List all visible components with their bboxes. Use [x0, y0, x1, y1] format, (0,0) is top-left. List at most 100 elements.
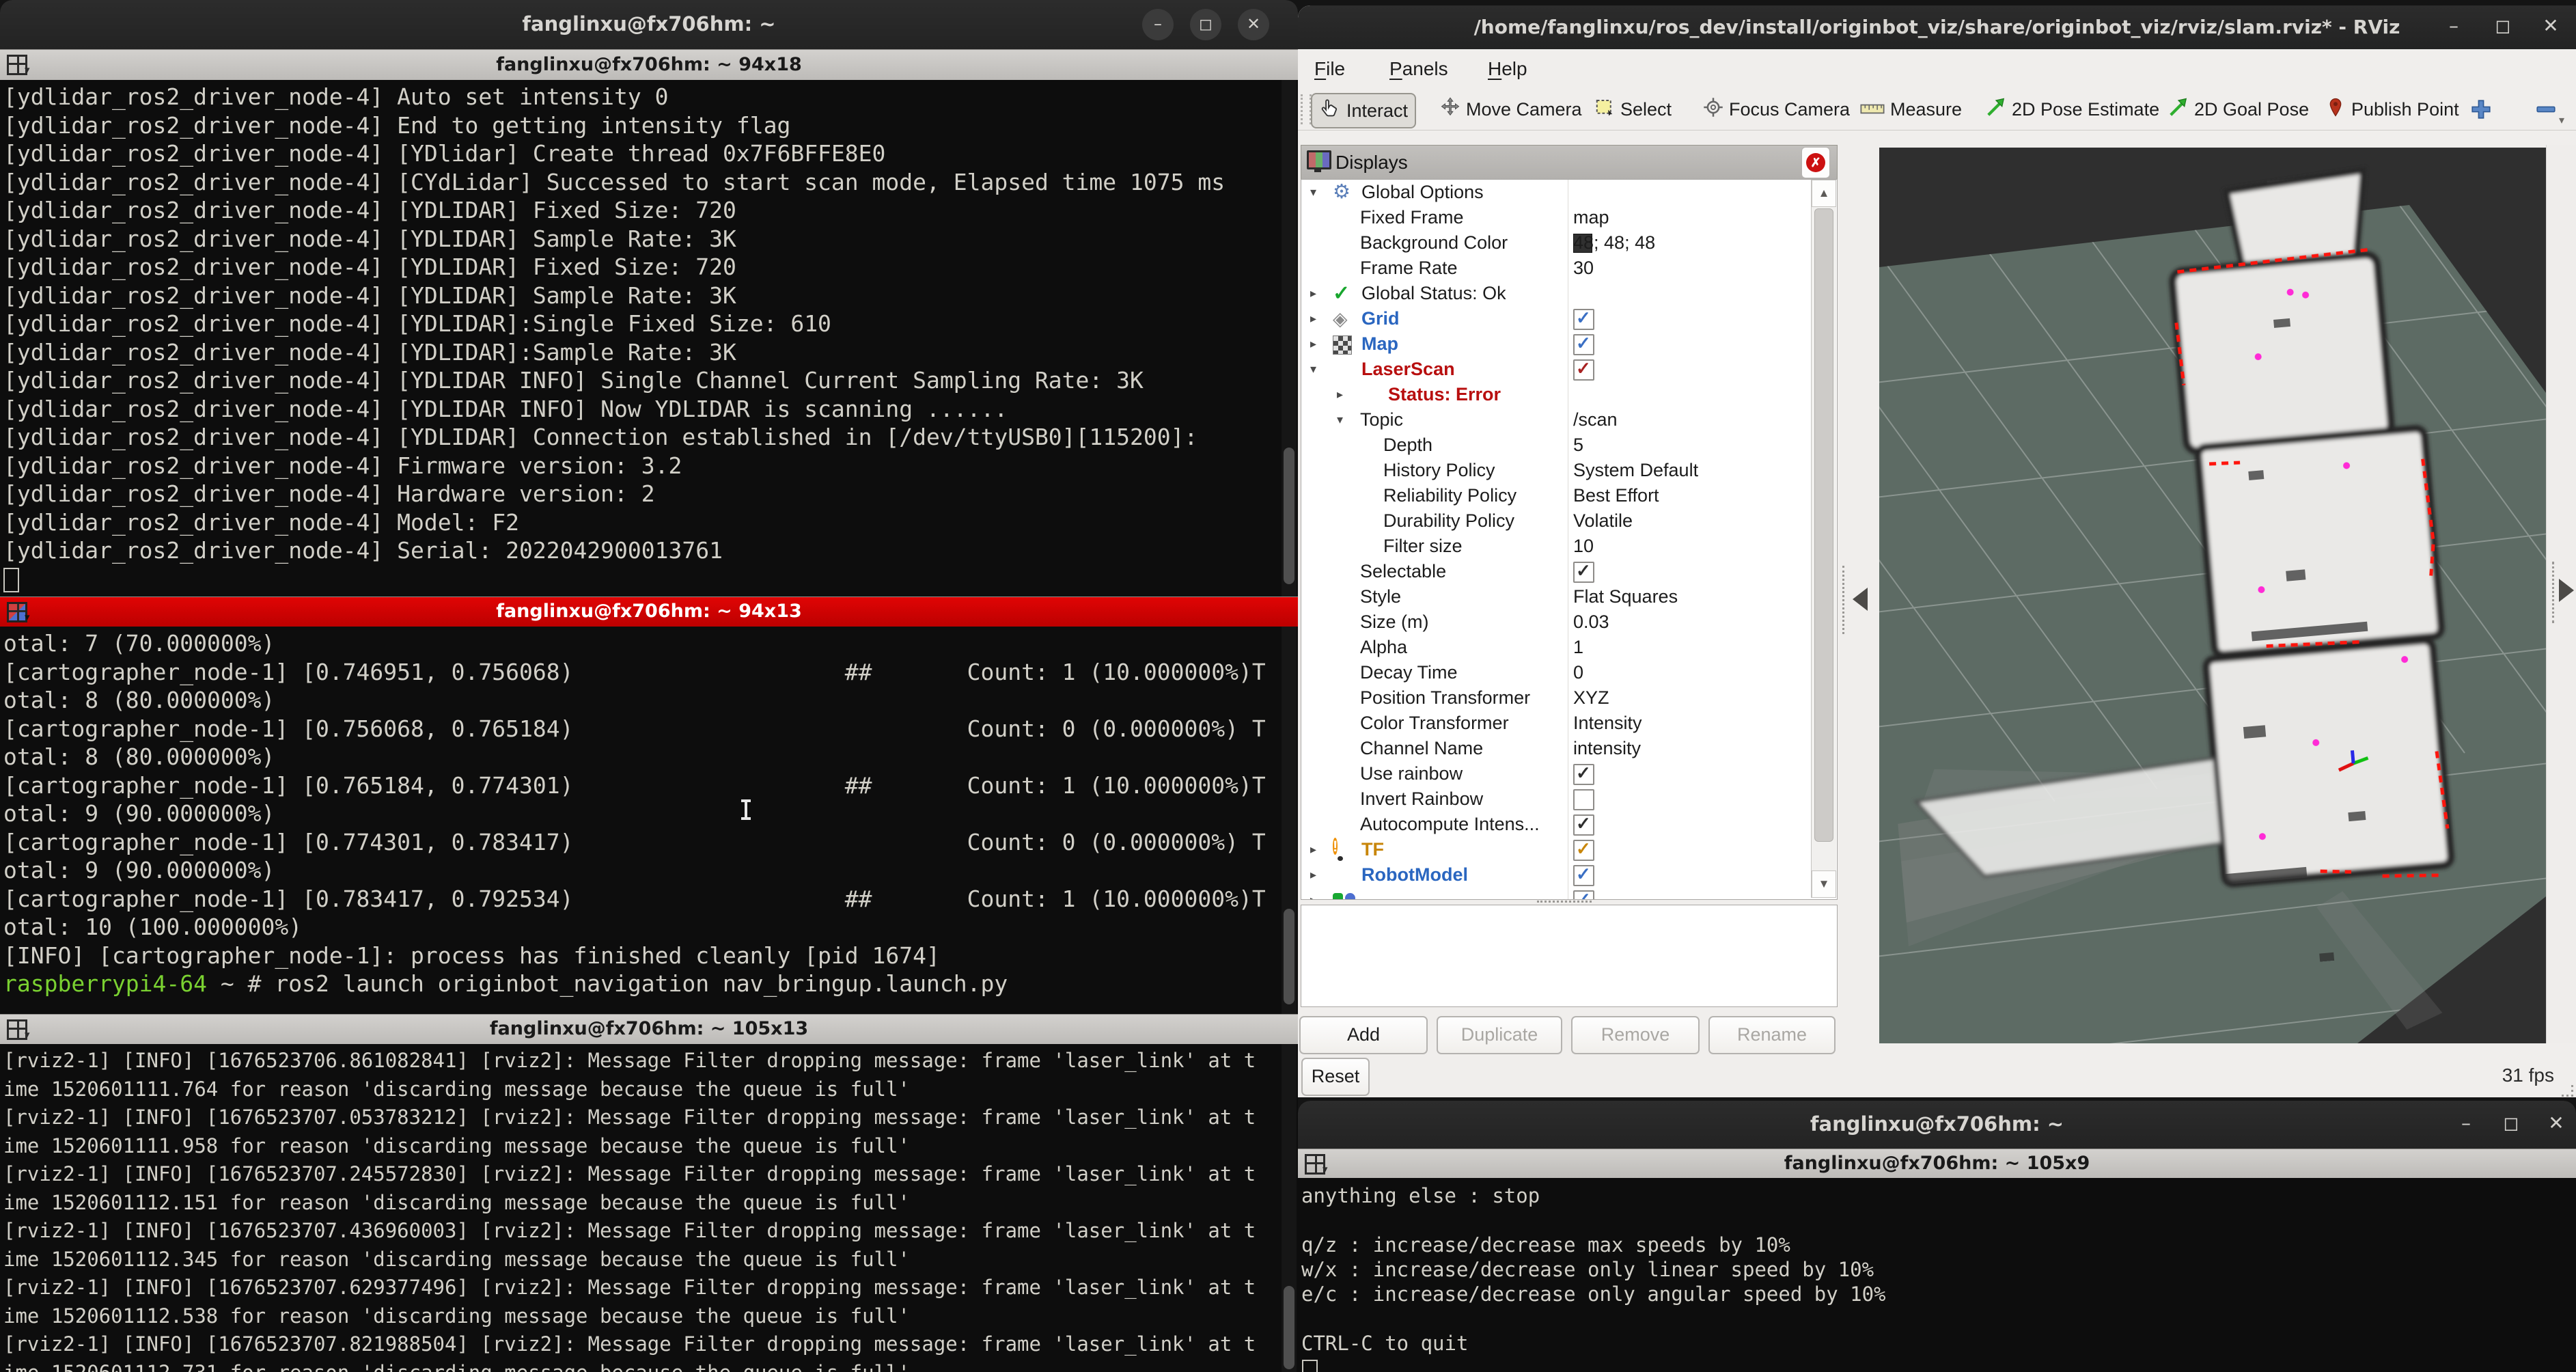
- reset-button[interactable]: Reset: [1301, 1058, 1370, 1096]
- close-button[interactable]: ✕: [2543, 1110, 2570, 1137]
- toolbar-button-point[interactable]: Publish Point: [2318, 93, 2466, 126]
- dock-splitter[interactable]: [1842, 566, 1846, 634]
- checkbox[interactable]: [1573, 840, 1594, 861]
- minimize-button[interactable]: –: [2452, 1110, 2480, 1137]
- expander-closed-icon[interactable]: ▸: [1310, 837, 1316, 862]
- tree-row-status-error[interactable]: ▸Status: Error: [1301, 382, 1811, 407]
- tree-row-robotmodel[interactable]: ▸RobotModel: [1301, 862, 1811, 888]
- checkbox[interactable]: [1573, 865, 1594, 886]
- expander-closed-icon[interactable]: ▸: [1310, 281, 1316, 306]
- tree-row-size-m-[interactable]: Size (m)0.03: [1301, 609, 1811, 635]
- checkbox[interactable]: [1573, 764, 1594, 785]
- pane1-tab[interactable]: ▾ fanglinxu@fx706hm: ~ 94x18: [0, 49, 1298, 81]
- collapse-left-icon[interactable]: [1853, 588, 1868, 611]
- toolbar-button-minus-tool[interactable]: [2527, 93, 2564, 126]
- duplicate-display-button[interactable]: Duplicate: [1437, 1016, 1562, 1054]
- dock-splitter[interactable]: [2552, 562, 2556, 623]
- checkbox[interactable]: [1573, 562, 1594, 583]
- tree-row-decay-time[interactable]: Decay Time0: [1301, 660, 1811, 685]
- pane2-tab[interactable]: ▾ fanglinxu@fx706hm: ~ 94x13: [0, 596, 1298, 627]
- maximize-button[interactable]: ◻: [2489, 12, 2517, 40]
- tree-row-value[interactable]: Volatile: [1573, 508, 1633, 534]
- tree-row-color-transformer[interactable]: Color TransformerIntensity: [1301, 711, 1811, 736]
- minimize-button[interactable]: –: [1142, 9, 1174, 40]
- tree-row-value[interactable]: intensity: [1573, 736, 1641, 761]
- tree-row-depth[interactable]: Depth5: [1301, 433, 1811, 458]
- tree-row-style[interactable]: StyleFlat Squares: [1301, 584, 1811, 609]
- tree-row-channel-name[interactable]: Channel Nameintensity: [1301, 736, 1811, 761]
- tree-row-value[interactable]: 10: [1573, 534, 1594, 559]
- pane3-tab[interactable]: ▾ fanglinxu@fx706hm: ~ 105x13: [0, 1014, 1298, 1045]
- toolbar-button-pose[interactable]: 2D Pose Estimate: [1979, 93, 2166, 126]
- tree-row-value[interactable]: Flat Squares: [1573, 584, 1678, 609]
- tree-row-laserscan[interactable]: ▾LaserScan: [1301, 357, 1811, 382]
- tree-row-position-transformer[interactable]: Position TransformerXYZ: [1301, 685, 1811, 711]
- tree-row-invert-rainbow[interactable]: Invert Rainbow: [1301, 786, 1811, 812]
- tree-row-value[interactable]: System Default: [1573, 458, 1698, 483]
- displays-panel-header[interactable]: Displays ✗: [1301, 145, 1838, 180]
- tree-row-tf[interactable]: ▸!TF: [1301, 837, 1811, 862]
- toolbar-button-focus[interactable]: Focus Camera: [1696, 93, 1857, 126]
- pane1-scrollbar-thumb[interactable]: [1284, 448, 1294, 584]
- toolbar-button-goal[interactable]: 2D Goal Pose: [2161, 93, 2316, 126]
- teleop-tab[interactable]: ▾ fanglinxu@fx706hm: ~ 105x9: [1298, 1149, 2576, 1179]
- tree-row-value[interactable]: Best Effort: [1573, 483, 1659, 508]
- tree-row-partial[interactable]: ▸: [1301, 888, 1811, 900]
- resize-grip[interactable]: [2562, 1085, 2573, 1097]
- tree-row-value[interactable]: 0: [1573, 660, 1583, 685]
- checkbox[interactable]: [1573, 309, 1594, 330]
- tree-row-selectable[interactable]: Selectable: [1301, 559, 1811, 584]
- displays-scrollbar-thumb[interactable]: [1814, 208, 1833, 842]
- menu-help[interactable]: Help: [1478, 49, 1537, 89]
- tree-row-value[interactable]: 30: [1573, 256, 1594, 281]
- tree-row-frame-rate[interactable]: Frame Rate30: [1301, 256, 1811, 281]
- tree-row-background-color[interactable]: Background Color48; 48; 48: [1301, 230, 1811, 256]
- menu-panels[interactable]: Panels: [1380, 49, 1458, 89]
- teleop-terminal[interactable]: anything else : stopq/z : increase/decre…: [1298, 1178, 2576, 1372]
- toolbar-drag-handle[interactable]: [1301, 94, 1312, 124]
- tree-row-use-rainbow[interactable]: Use rainbow: [1301, 761, 1811, 786]
- tree-row-value[interactable]: 1: [1573, 635, 1583, 660]
- expander-closed-icon[interactable]: ▸: [1337, 382, 1343, 407]
- tree-row-grid[interactable]: ▸◈Grid: [1301, 306, 1811, 331]
- 3d-viewport[interactable]: [1879, 148, 2546, 1043]
- panel-close-button[interactable]: ✗: [1801, 147, 1830, 178]
- tree-row-topic[interactable]: ▾Topic/scan: [1301, 407, 1811, 433]
- tree-row-global-options[interactable]: ▾⚙Global Options: [1301, 180, 1811, 205]
- toolbar-button-plus-tool[interactable]: [2463, 93, 2499, 126]
- tree-row-reliability-policy[interactable]: Reliability PolicyBest Effort: [1301, 483, 1811, 508]
- displays-scrollbar[interactable]: ▲ ▼: [1811, 180, 1836, 898]
- checkbox[interactable]: [1573, 789, 1594, 810]
- checkbox[interactable]: [1573, 890, 1594, 900]
- expander-open-icon[interactable]: ▾: [1310, 357, 1316, 382]
- tree-row-alpha[interactable]: Alpha1: [1301, 635, 1811, 660]
- scroll-down-icon[interactable]: ▼: [1812, 870, 1836, 898]
- tree-row-value[interactable]: 0.03: [1573, 609, 1609, 635]
- scroll-up-icon[interactable]: ▲: [1812, 180, 1836, 207]
- rename-display-button[interactable]: Rename: [1708, 1016, 1836, 1054]
- checkbox[interactable]: [1573, 334, 1594, 355]
- expander-open-icon[interactable]: ▾: [1310, 180, 1316, 205]
- pane1-terminal[interactable]: [ydlidar_ros2_driver_node-4] Auto set in…: [0, 80, 1298, 599]
- toolbar-button-interact[interactable]: Interact: [1311, 93, 1416, 128]
- toolbar-button-move[interactable]: Move Camera: [1433, 93, 1589, 126]
- checkbox[interactable]: [1573, 359, 1594, 381]
- tree-row-autocompute-intens-[interactable]: Autocompute Intens...: [1301, 812, 1811, 837]
- pane2-scrollbar-thumb[interactable]: [1284, 909, 1294, 1004]
- pane3-scrollbar-thumb[interactable]: [1284, 1286, 1294, 1369]
- pane3-terminal[interactable]: [rviz2-1] [INFO] [1676523706.861082841] …: [0, 1044, 1298, 1372]
- toolbar-button-select[interactable]: Select: [1588, 93, 1678, 126]
- maximize-button[interactable]: ◻: [2497, 1110, 2525, 1137]
- tree-row-value[interactable]: XYZ: [1573, 685, 1609, 711]
- tree-row-filter-size[interactable]: Filter size10: [1301, 534, 1811, 559]
- close-button[interactable]: ✕: [2537, 12, 2564, 40]
- tree-row-fixed-frame[interactable]: Fixed Framemap: [1301, 205, 1811, 230]
- left-terminal-titlebar[interactable]: fanglinxu@fx706hm: ~ – ◻ ✕: [0, 0, 1298, 49]
- remove-display-button[interactable]: Remove: [1571, 1016, 1700, 1054]
- expander-closed-icon[interactable]: ▸: [1310, 862, 1316, 888]
- menu-file[interactable]: File: [1305, 49, 1355, 89]
- tree-row-value[interactable]: 5: [1573, 433, 1583, 458]
- tree-row-history-policy[interactable]: History PolicySystem Default: [1301, 458, 1811, 483]
- expander-open-icon[interactable]: ▾: [1337, 407, 1343, 433]
- close-button[interactable]: ✕: [1238, 9, 1269, 40]
